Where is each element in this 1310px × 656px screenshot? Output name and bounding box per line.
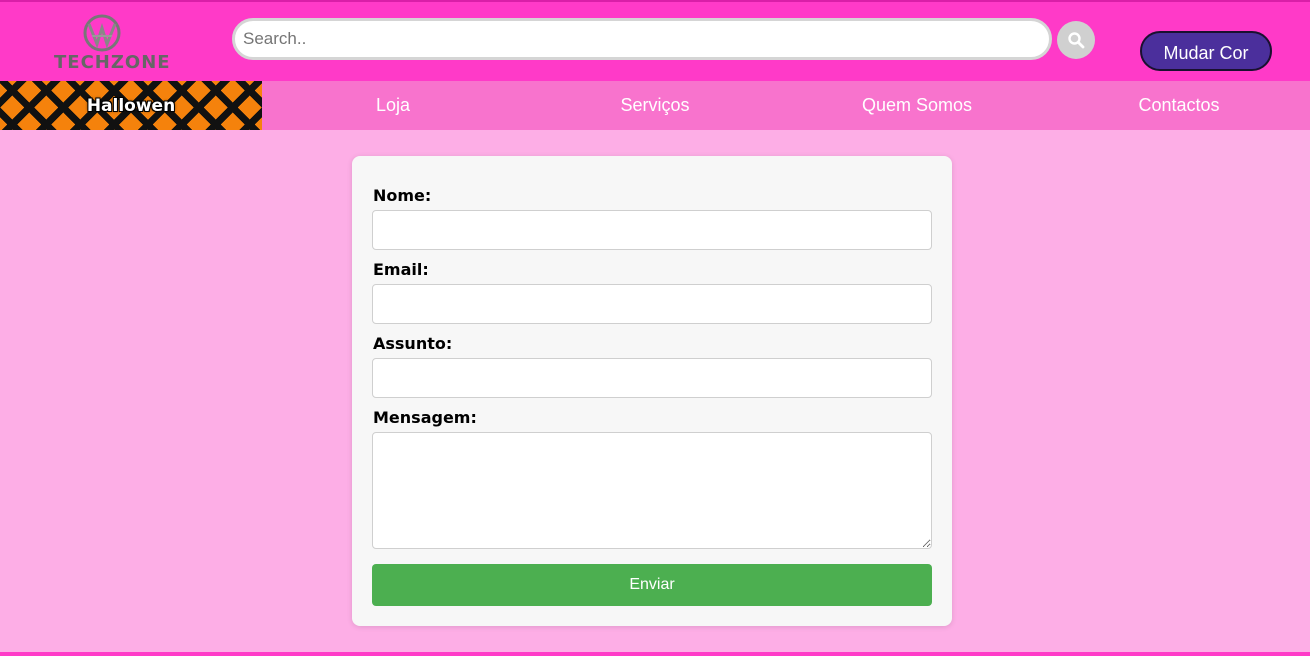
submit-button[interactable]: Enviar bbox=[372, 564, 932, 606]
mensagem-field[interactable] bbox=[372, 432, 932, 549]
bottom-divider bbox=[0, 652, 1310, 656]
nav-item-loja[interactable]: Loja bbox=[262, 81, 524, 130]
nome-label: Nome: bbox=[373, 186, 432, 205]
search-input[interactable] bbox=[232, 18, 1052, 60]
search-button[interactable] bbox=[1057, 21, 1095, 59]
nav-item-servicos[interactable]: Serviços bbox=[524, 81, 786, 130]
assunto-label: Assunto: bbox=[373, 334, 453, 353]
site-header: TECHZONE Mudar Cor bbox=[0, 0, 1310, 81]
main-nav: Hallowen Loja Serviços Quem Somos Contac… bbox=[0, 81, 1310, 130]
email-field[interactable] bbox=[372, 284, 932, 324]
nav-item-contactos[interactable]: Contactos bbox=[1048, 81, 1310, 130]
nav-item-halloween[interactable]: Hallowen bbox=[0, 81, 262, 130]
email-label: Email: bbox=[373, 260, 429, 279]
mensagem-label: Mensagem: bbox=[373, 408, 477, 427]
nav-item-quem-somos[interactable]: Quem Somos bbox=[786, 81, 1048, 130]
contact-form: Nome: Email: Assunto: Mensagem: Enviar bbox=[352, 156, 952, 626]
assunto-field[interactable] bbox=[372, 358, 932, 398]
change-color-button[interactable]: Mudar Cor bbox=[1140, 31, 1272, 71]
logo-text: TECHZONE bbox=[54, 52, 171, 73]
logo[interactable]: TECHZONE bbox=[54, 12, 171, 76]
logo-mark-icon bbox=[83, 14, 121, 52]
nome-field[interactable] bbox=[372, 210, 932, 250]
search-icon bbox=[1068, 32, 1085, 49]
